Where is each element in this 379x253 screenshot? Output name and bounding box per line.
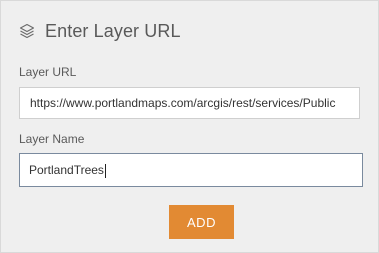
- enter-layer-url-panel: Enter Layer URL Layer URL https://www.po…: [0, 0, 379, 253]
- layer-url-label: Layer URL: [19, 65, 77, 79]
- layer-name-value: PortlandTrees: [29, 163, 104, 177]
- layer-name-input[interactable]: PortlandTrees: [19, 153, 363, 187]
- layer-url-value: https://www.portlandmaps.com/arcgis/rest…: [30, 96, 336, 110]
- panel-title: Enter Layer URL: [45, 20, 181, 41]
- layer-name-label: Layer Name: [19, 132, 85, 146]
- add-button[interactable]: ADD: [169, 205, 234, 239]
- layers-icon: [19, 23, 35, 39]
- panel-header: Enter Layer URL: [19, 18, 181, 44]
- layer-url-input[interactable]: https://www.portlandmaps.com/arcgis/rest…: [19, 87, 360, 119]
- text-caret: [104, 163, 106, 178]
